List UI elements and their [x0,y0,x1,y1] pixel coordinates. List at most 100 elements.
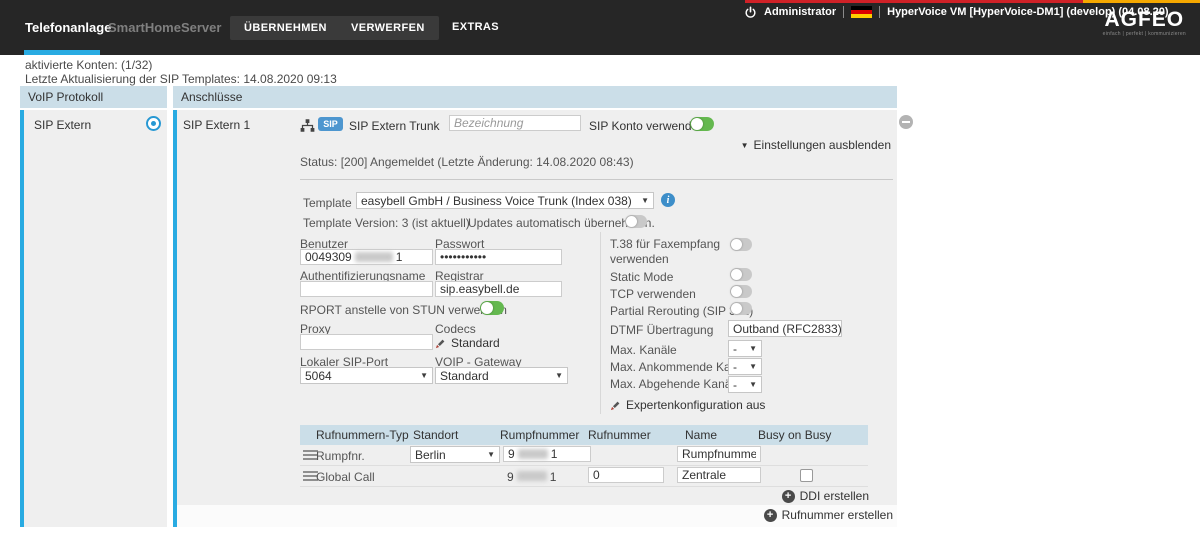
rport-toggle[interactable] [480,301,504,315]
template-select[interactable]: easybell GmbH / Business Voice Trunk (In… [356,192,654,209]
anschluesse-header: Anschlüsse [173,86,897,108]
t38-label: T.38 für Faxempfang verwenden [610,237,722,267]
name-input[interactable] [677,467,761,483]
rumpf-prefix: 9 [508,447,515,461]
codecs-edit-link[interactable]: Standard [435,336,500,350]
codecs-label: Codecs [435,322,476,336]
sip-port-select[interactable]: 5064 ▼ [300,367,433,384]
col-standort: Standort [413,428,458,442]
dtmf-value: Outband (RFC2833) [733,322,842,336]
redacted-text [517,471,547,481]
tab-telefonanlage[interactable]: Telefonanlage [25,0,111,55]
bezeichnung-input[interactable] [449,115,581,131]
rumpf-suffix: 1 [551,447,558,461]
list-item-sip-extern[interactable]: SIP Extern [34,118,91,132]
registration-status: Status: [200] Angemeldet (Letzte Änderun… [300,155,634,169]
info-icon[interactable]: i [661,193,675,207]
verwerfen-button[interactable]: VERWERFEN [337,16,439,40]
col-name: Name [685,428,717,442]
voip-protokoll-panel: VoIP Protokoll SIP Extern [20,86,167,527]
voip-protokoll-list: SIP Extern [24,110,167,527]
divider [843,6,844,18]
gateway-select[interactable]: Standard ▼ [435,367,568,384]
codecs-value: Standard [451,336,500,350]
rumpfnummer-field[interactable]: 9 1 [503,446,591,462]
trunk-type-label: SIP Extern Trunk [349,119,440,133]
dropdown-arrow-icon: ▼ [420,371,428,380]
max-kanaele-label: Max. Kanäle [610,343,677,357]
status-lines: aktivierte Konten: (1/32) Letzte Aktuali… [25,58,337,86]
registrar-input[interactable] [435,281,562,297]
row-type: Rumpfnr. [316,449,365,463]
template-label: Template [303,196,352,210]
pencil-icon [435,338,446,349]
rumpfnummer-text: 91 [507,470,556,484]
standort-value: Berlin [415,448,446,462]
max-abgehende-select[interactable]: - ▼ [728,376,762,393]
col-rufnummer: Rufnummer [588,428,651,442]
extras-menu[interactable]: EXTRAS [452,0,499,55]
auth-name-input[interactable] [300,281,433,297]
power-icon[interactable] [744,6,757,19]
rport-label: RPORT anstelle von STUN verwenden [300,303,507,317]
static-mode-label: Static Mode [610,270,673,284]
rufnummer-input[interactable] [588,467,664,483]
pencil-icon [610,400,621,411]
templates-update-text: Letzte Aktualisierung der SIP Templates:… [25,72,337,86]
panel-footer: + Rufnummer erstellen [177,505,897,527]
max-ankommende-value: - [733,360,737,374]
active-accounts-text: aktivierte Konten: (1/32) [25,58,337,72]
sip-konto-label: SIP Konto verwenden [589,119,705,133]
selected-target-icon[interactable] [146,116,161,131]
updates-auto-toggle[interactable] [625,215,647,228]
t38-toggle[interactable] [730,238,752,251]
gateway-value: Standard [440,369,489,383]
max-kanaele-select[interactable]: - ▼ [728,340,762,357]
sip-badge: SIP [318,117,343,131]
benutzer-field[interactable]: 0049309 1 [300,249,433,265]
row-type: Global Call [316,470,375,484]
col-rumpfnummer: Rumpfnummer [500,428,579,442]
divider [879,6,880,18]
agfeo-logo-tagline: einfach | perfekt | kommunizieren [1103,31,1186,37]
dropdown-arrow-icon: ▼ [641,196,649,205]
busy-on-busy-checkbox[interactable] [800,469,813,482]
dropdown-arrow-icon: ▼ [555,371,563,380]
uebernehmen-button[interactable]: ÜBERNEHMEN [230,16,341,40]
trunk-icon [300,119,315,137]
max-abgehende-value: - [733,378,737,392]
rufnummer-erstellen-label: Rufnummer erstellen [782,508,893,522]
plus-icon: + [782,490,795,503]
einstellungen-ausblenden-link[interactable]: ▼ Einstellungen ausblenden [741,138,891,152]
dtmf-label: DTMF Übertragung [610,323,713,337]
partial-rerouting-toggle[interactable] [730,302,752,315]
numbers-table-header: Rufnummern-Typ Standort Rumpfnummer Rufn… [300,425,868,445]
max-ankommende-select[interactable]: - ▼ [728,358,762,375]
redacted-text [518,449,548,459]
top-stripe-yellow [1083,0,1200,3]
row-separator [300,486,868,487]
active-tab-underline [24,50,100,55]
expertenkonfiguration-link[interactable]: Expertenkonfiguration aus [610,398,765,412]
ddi-erstellen-button[interactable]: + DDI erstellen [782,489,869,503]
benutzer-prefix: 0049309 [305,250,352,264]
tcp-toggle[interactable] [730,285,752,298]
sip-konto-toggle[interactable] [690,117,714,131]
redacted-text [355,252,393,262]
rufnummer-erstellen-button[interactable]: + Rufnummer erstellen [764,508,893,522]
dropdown-arrow-icon: ▼ [749,380,757,389]
tab-smarthomeserver[interactable]: SmartHomeServer [108,0,221,55]
remove-trunk-icon[interactable] [899,115,913,129]
standort-select[interactable]: Berlin ▼ [410,446,500,463]
plus-icon: + [764,509,777,522]
collapse-arrow-icon: ▼ [741,141,749,150]
column-divider [600,232,601,414]
static-mode-toggle[interactable] [730,268,752,281]
dtmf-select[interactable]: Outband (RFC2833) ▼ [728,320,842,337]
passwort-input[interactable] [435,249,562,265]
table-row: Rumpfnr. Berlin ▼ 9 1 [300,445,868,465]
max-abgehende-label: Max. Abgehende Kanäle [610,377,741,391]
german-flag-icon[interactable] [851,6,872,19]
proxy-input[interactable] [300,334,433,350]
name-input[interactable] [677,446,761,462]
